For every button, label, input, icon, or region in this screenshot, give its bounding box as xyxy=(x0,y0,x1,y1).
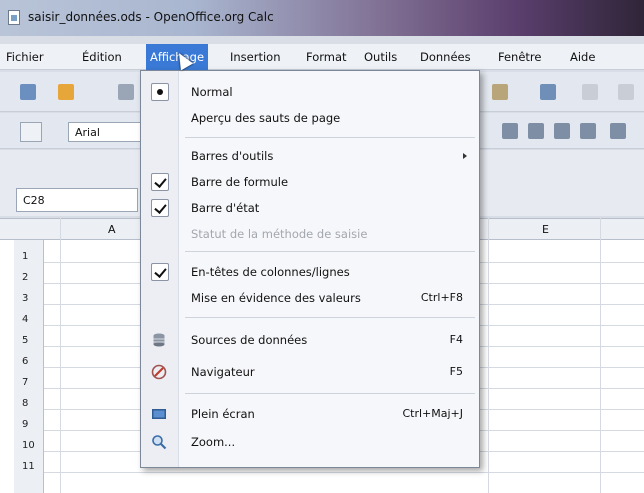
menu-item-shortcut: F4 xyxy=(449,333,463,346)
menu-bar: Fichier Édition Affichage Insertion Form… xyxy=(0,44,644,70)
row-header-7[interactable]: 7 xyxy=(22,377,28,388)
menu-separator xyxy=(185,137,475,138)
row-header-3[interactable]: 3 xyxy=(22,293,28,304)
zoom-icon xyxy=(152,435,167,450)
menu-separator xyxy=(185,393,475,394)
window-title: saisir_données.ods - OpenOffice.org Calc xyxy=(28,10,274,24)
row-header-11[interactable]: 11 xyxy=(22,461,35,472)
new-document-icon[interactable] xyxy=(20,84,36,100)
menu-item-label: Barre d'état xyxy=(191,201,260,215)
menu-format[interactable]: Format xyxy=(306,50,347,64)
row-header-4[interactable]: 4 xyxy=(22,314,28,325)
menu-item-input-method-status: Statut de la méthode de saisie xyxy=(141,223,479,245)
menu-item-label: Sources de données xyxy=(191,333,308,347)
menu-item-page-break-preview[interactable]: Aperçu des sauts de page xyxy=(141,107,479,129)
menu-item-toolbars[interactable]: Barres d'outils xyxy=(141,145,479,167)
menu-item-shortcut: F5 xyxy=(449,365,463,378)
menu-item-value-highlighting[interactable]: Mise en évidence des valeurs Ctrl+F8 xyxy=(141,287,479,309)
menu-edition[interactable]: Édition xyxy=(82,50,122,64)
undo-icon[interactable] xyxy=(582,84,598,100)
grid-line xyxy=(44,472,644,473)
paste-icon[interactable] xyxy=(492,84,508,100)
redo-icon[interactable] xyxy=(618,84,634,100)
row-header-9[interactable]: 9 xyxy=(22,419,28,430)
menu-item-label: Statut de la méthode de saisie xyxy=(191,227,368,241)
checkmark-icon xyxy=(151,199,169,217)
title-bar: saisir_données.ods - OpenOffice.org Calc xyxy=(0,0,644,36)
justify-icon[interactable] xyxy=(580,123,596,139)
open-icon[interactable] xyxy=(58,84,74,100)
align-right-icon[interactable] xyxy=(554,123,570,139)
menu-item-label: Aperçu des sauts de page xyxy=(191,111,341,125)
row-header-10[interactable]: 10 xyxy=(22,440,35,451)
menu-item-column-row-headers[interactable]: En-têtes de colonnes/lignes xyxy=(141,261,479,283)
menu-separator xyxy=(185,251,475,252)
format-paintbrush-icon[interactable] xyxy=(540,84,556,100)
align-center-icon[interactable] xyxy=(528,123,544,139)
menu-item-zoom[interactable]: Zoom... xyxy=(141,431,479,453)
merge-cells-icon[interactable] xyxy=(610,123,626,139)
menu-item-full-screen[interactable]: Plein écran Ctrl+Maj+J xyxy=(141,403,479,425)
menu-item-label: En-têtes de colonnes/lignes xyxy=(191,265,350,279)
navigator-icon xyxy=(151,364,167,380)
menu-item-label: Barre de formule xyxy=(191,175,289,189)
menu-separator xyxy=(185,317,475,318)
menu-fenetre[interactable]: Fenêtre xyxy=(498,50,541,64)
align-left-icon[interactable] xyxy=(502,123,518,139)
styles-formatting-icon[interactable] xyxy=(20,122,42,142)
radio-selected-icon xyxy=(151,83,169,101)
checkmark-icon xyxy=(151,263,169,281)
menu-fichier[interactable]: Fichier xyxy=(6,50,44,64)
menu-item-label: Plein écran xyxy=(191,407,255,421)
save-icon[interactable] xyxy=(118,84,134,100)
menu-outils[interactable]: Outils xyxy=(364,50,397,64)
row-header-5[interactable]: 5 xyxy=(22,335,28,346)
menu-item-label: Normal xyxy=(191,85,233,99)
row-header-2[interactable]: 2 xyxy=(22,272,28,283)
menu-item-label: Navigateur xyxy=(191,365,255,379)
menu-item-label: Mise en évidence des valeurs xyxy=(191,291,361,305)
font-name-box[interactable]: Arial xyxy=(68,122,148,142)
menu-item-normal[interactable]: Normal xyxy=(141,81,479,103)
fullscreen-icon xyxy=(152,409,166,419)
column-header-a[interactable]: A xyxy=(108,223,116,236)
row-header-6[interactable]: 6 xyxy=(22,356,28,367)
row-header-8[interactable]: 8 xyxy=(22,398,28,409)
menu-item-shortcut: Ctrl+F8 xyxy=(420,291,463,304)
calc-document-icon xyxy=(8,10,20,25)
checkmark-icon xyxy=(151,173,169,191)
database-icon xyxy=(153,333,165,347)
menu-donnees[interactable]: Données xyxy=(420,50,471,64)
menu-item-navigator[interactable]: Navigateur F5 xyxy=(141,361,479,383)
menu-item-status-bar[interactable]: Barre d'état xyxy=(141,197,479,219)
menu-item-formula-bar[interactable]: Barre de formule xyxy=(141,171,479,193)
submenu-arrow-icon xyxy=(463,153,467,159)
column-header-e[interactable]: E xyxy=(542,223,549,236)
row-header-1[interactable]: 1 xyxy=(22,251,28,262)
menu-item-data-sources[interactable]: Sources de données F4 xyxy=(141,329,479,351)
view-menu-dropdown: Normal Aperçu des sauts de page Barres d… xyxy=(140,70,480,468)
menu-insertion[interactable]: Insertion xyxy=(230,50,281,64)
menu-item-label: Barres d'outils xyxy=(191,149,274,163)
menu-aide[interactable]: Aide xyxy=(570,50,595,64)
menu-item-label: Zoom... xyxy=(191,435,236,449)
name-box[interactable]: C28 xyxy=(16,188,138,212)
menu-item-shortcut: Ctrl+Maj+J xyxy=(402,407,463,420)
row-headers xyxy=(14,240,44,493)
